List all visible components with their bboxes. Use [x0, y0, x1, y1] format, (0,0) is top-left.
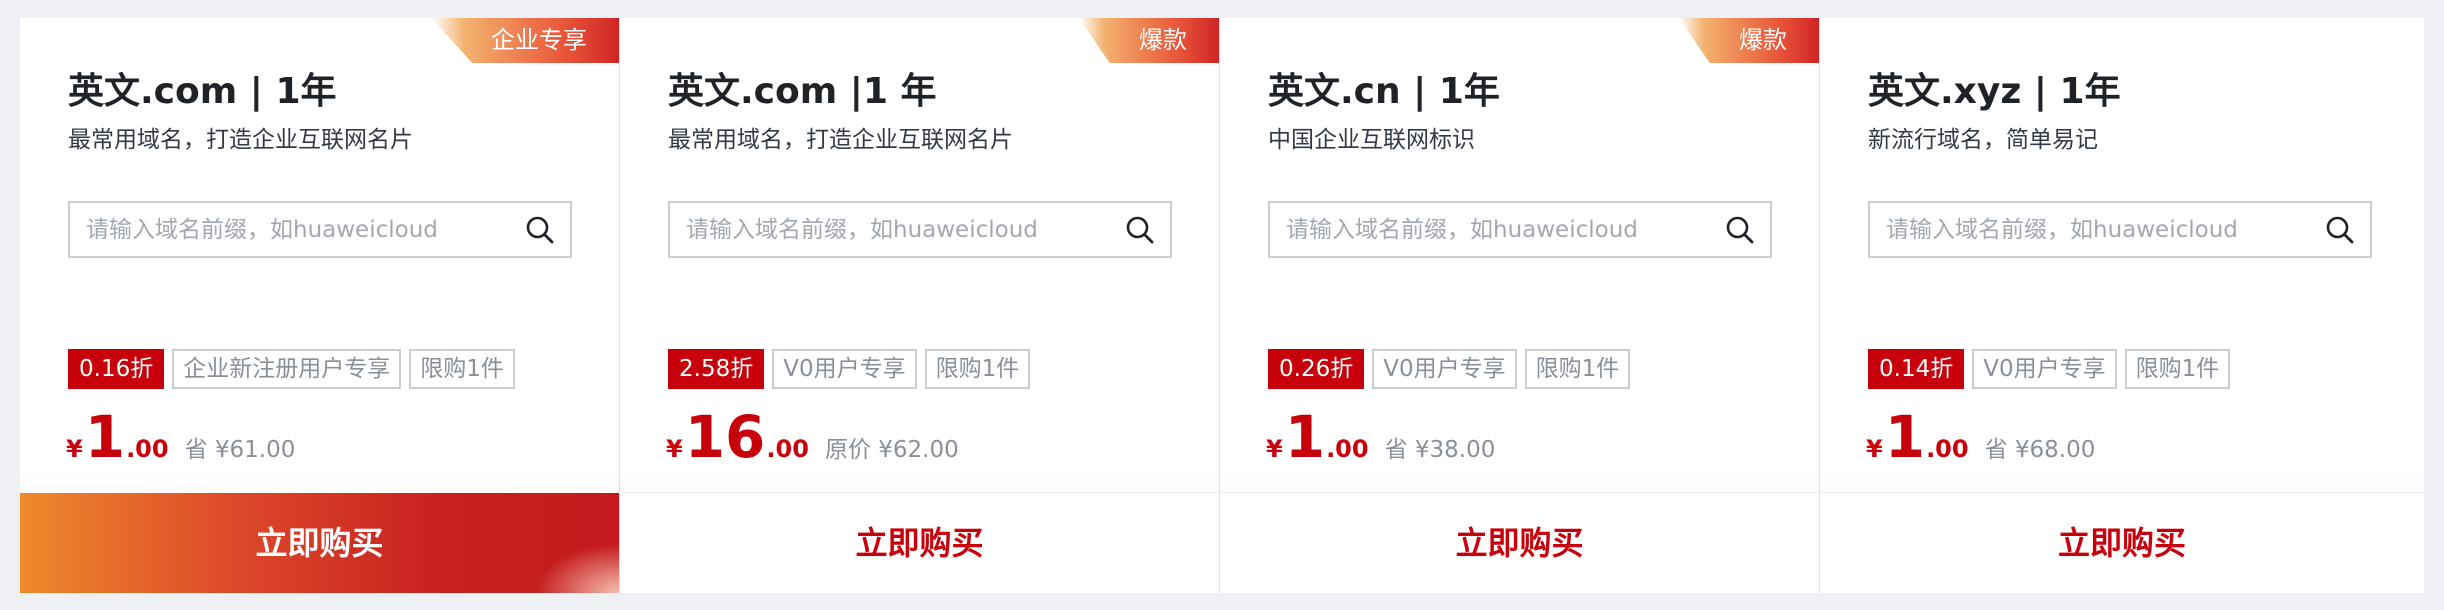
discount-badge: 0.14折: [1868, 349, 1965, 389]
price-integer: 1: [1284, 403, 1326, 471]
currency-symbol: ¥: [1866, 435, 1883, 463]
product-card-row: 企业专享 英文.com | 1年 最常用域名，打造企业互联网名片 0.16折 企…: [20, 18, 2424, 593]
price: ¥ 1 .00 省 ¥38.00: [1266, 402, 1495, 472]
currency-symbol: ¥: [666, 435, 683, 463]
corner-badge: 企业专享: [431, 18, 619, 63]
currency-symbol: ¥: [66, 435, 83, 463]
domain-search-box: [1268, 201, 1772, 258]
domain-prefix-input[interactable]: [1270, 203, 1700, 256]
discount-badge: 0.26折: [1268, 349, 1365, 389]
price-decimal: .00: [126, 435, 169, 463]
price-decimal: .00: [1926, 435, 1969, 463]
domain-prefix-input[interactable]: [670, 203, 1100, 256]
price-integer: 1: [1884, 403, 1926, 471]
search-icon[interactable]: [1724, 214, 1756, 246]
search-icon[interactable]: [524, 214, 556, 246]
purchase-limit-tag: 限购1件: [924, 349, 1031, 389]
card-title: 英文.xyz | 1年: [1868, 71, 2121, 112]
domain-search-box: [68, 201, 572, 258]
purchase-limit-tag: 限购1件: [409, 349, 515, 389]
price-decimal: .00: [1326, 435, 1369, 463]
card-subtitle: 新流行域名，简单易记: [1868, 127, 2098, 153]
corner-badge: 爆款: [1679, 18, 1819, 63]
discount-badge: 0.16折: [68, 349, 165, 389]
price-decimal: .00: [766, 435, 809, 463]
card-title: 英文.com |1 年: [668, 71, 937, 112]
tag-list: 0.16折 企业新注册用户专享 限购1件: [68, 349, 515, 389]
buy-now-button[interactable]: 立即购买: [20, 493, 619, 593]
tag-list: 2.58折 V0用户专享 限购1件: [668, 349, 1031, 389]
domain-prefix-input[interactable]: [1870, 203, 2300, 256]
eligibility-tag: V0用户专享: [772, 349, 917, 389]
price-integer: 1: [84, 403, 126, 471]
discount-badge: 2.58折: [668, 349, 765, 389]
product-card-xyz: 英文.xyz | 1年 新流行域名，简单易记 0.14折 V0用户专享 限购1件…: [1820, 18, 2424, 593]
buy-now-button[interactable]: 立即购买: [620, 492, 1219, 593]
price-note: 省 ¥61.00: [184, 437, 296, 463]
eligibility-tag: 企业新注册用户专享: [172, 349, 402, 389]
price-note: 省 ¥38.00: [1384, 437, 1496, 463]
purchase-limit-tag: 限购1件: [1524, 349, 1631, 389]
card-subtitle: 中国企业互联网标识: [1268, 127, 1475, 153]
card-subtitle: 最常用域名，打造企业互联网名片: [68, 127, 413, 153]
buy-now-button[interactable]: 立即购买: [1820, 492, 2424, 593]
card-subtitle: 最常用域名，打造企业互联网名片: [668, 127, 1013, 153]
corner-badge: 爆款: [1079, 18, 1219, 63]
price-integer: 16: [684, 403, 766, 471]
product-card-com-enterprise: 企业专享 英文.com | 1年 最常用域名，打造企业互联网名片 0.16折 企…: [20, 18, 620, 593]
purchase-limit-tag: 限购1件: [2124, 349, 2231, 389]
price-note: 省 ¥68.00: [1984, 437, 2096, 463]
buy-now-button[interactable]: 立即购买: [1220, 492, 1819, 593]
search-icon[interactable]: [1124, 214, 1156, 246]
price: ¥ 16 .00 原价 ¥62.00: [666, 402, 959, 472]
price: ¥ 1 .00 省 ¥61.00: [66, 402, 295, 472]
eligibility-tag: V0用户专享: [1372, 349, 1517, 389]
card-title: 英文.com | 1年: [68, 71, 337, 112]
price-note: 原价 ¥62.00: [824, 437, 959, 463]
product-card-com: 爆款 英文.com |1 年 最常用域名，打造企业互联网名片 2.58折 V0用…: [620, 18, 1220, 593]
tag-list: 0.26折 V0用户专享 限购1件: [1268, 349, 1631, 389]
eligibility-tag: V0用户专享: [1972, 349, 2117, 389]
tag-list: 0.14折 V0用户专享 限购1件: [1868, 349, 2231, 389]
card-title: 英文.cn | 1年: [1268, 71, 1500, 112]
domain-search-box: [668, 201, 1172, 258]
product-card-cn: 爆款 英文.cn | 1年 中国企业互联网标识 0.26折 V0用户专享 限购1…: [1220, 18, 1820, 593]
currency-symbol: ¥: [1266, 435, 1283, 463]
domain-search-box: [1868, 201, 2372, 258]
search-icon[interactable]: [2324, 214, 2356, 246]
price: ¥ 1 .00 省 ¥68.00: [1866, 402, 2095, 472]
domain-prefix-input[interactable]: [70, 203, 500, 256]
